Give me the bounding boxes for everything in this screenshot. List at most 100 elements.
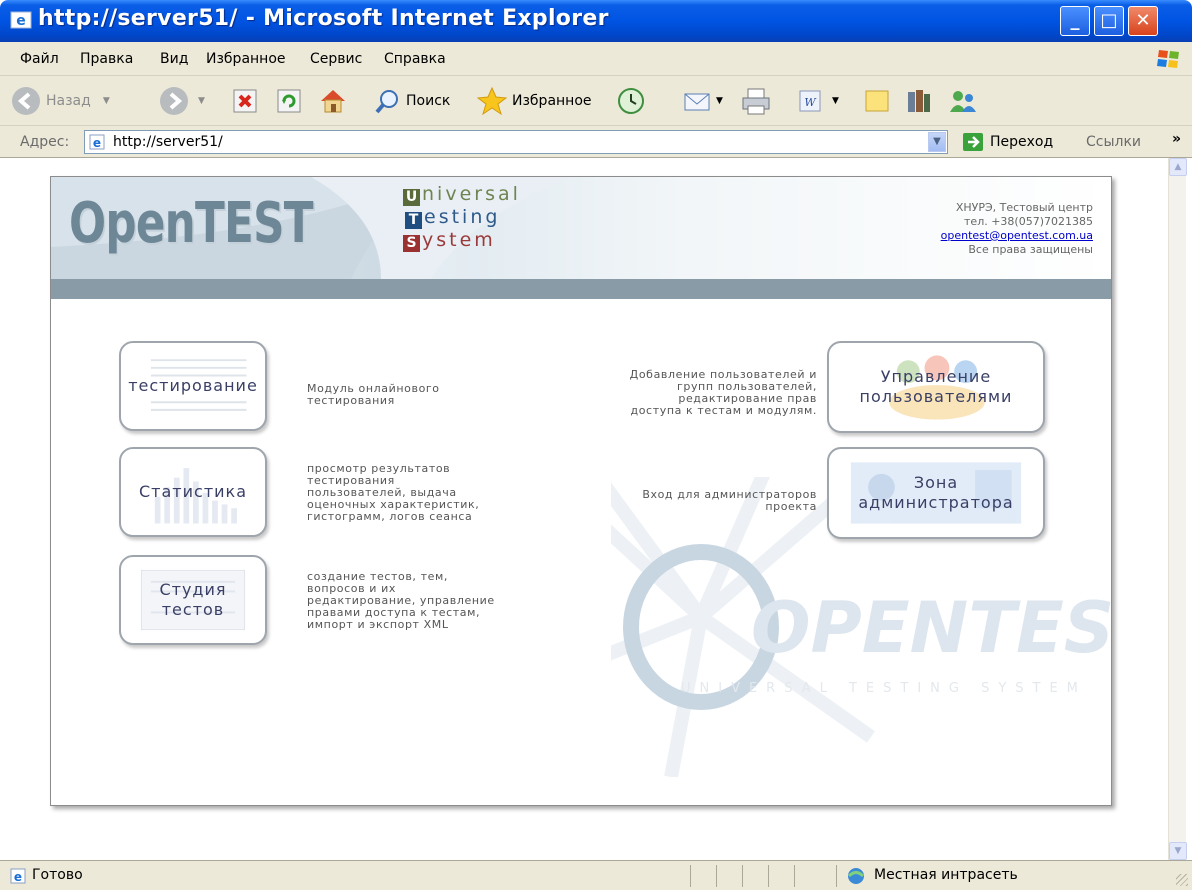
word-document-icon: W [799, 90, 821, 112]
statistics-module-desc: просмотр результатов тестирования пользо… [307, 462, 480, 523]
back-button[interactable]: Назад ▼ [10, 84, 110, 118]
status-divider [794, 865, 795, 887]
standard-toolbar: Назад ▼ ▼ Поиск Избранное ▼ W ▼ [0, 76, 1192, 126]
note-icon [865, 90, 889, 112]
menu-help[interactable]: Справка [384, 51, 446, 67]
vertical-scrollbar[interactable]: ▲ ▼ [1168, 158, 1187, 860]
menu-edit[interactable]: Правка [80, 51, 133, 67]
home-button[interactable] [318, 84, 348, 118]
status-text: Готово [32, 867, 83, 883]
go-button[interactable]: Переход [962, 132, 1053, 152]
menu-view[interactable]: Вид [160, 51, 188, 67]
mail-button[interactable]: ▼ [682, 84, 723, 118]
contact-org: ХНУРЭ, Тестовый центр [955, 201, 1093, 214]
watermark-brand: OPENTEST [751, 587, 1111, 669]
menu-file[interactable]: Файл [20, 51, 59, 67]
back-arrow-icon [12, 87, 40, 115]
edit-word-button[interactable]: W ▼ [796, 84, 839, 118]
search-icon [375, 90, 398, 114]
windows-logo-icon [1157, 50, 1179, 68]
status-divider [836, 865, 837, 887]
forward-button[interactable]: ▼ [158, 84, 205, 118]
status-divider [742, 865, 743, 887]
status-bar: e Готово Местная интрасеть [0, 860, 1192, 890]
research-books-icon [908, 90, 930, 112]
scroll-up-icon[interactable]: ▲ [1169, 158, 1187, 176]
testing-module-button[interactable]: тестирование [119, 341, 267, 431]
opentest-logo: OpenTEST [69, 191, 314, 256]
page-viewport: OpenTEST Universal Testing System ХНУРЭ,… [6, 158, 1168, 860]
contact-email-link[interactable]: opentest@opentest.com.ua [941, 229, 1093, 243]
page-done-icon: e [10, 868, 26, 884]
research-button[interactable] [902, 84, 934, 118]
watermark-sub: UNIVERSAL TESTING SYSTEM [681, 681, 1087, 696]
test-studio-module-label: Студия тестов [159, 580, 227, 619]
title-bar: e http://server51/ - Microsoft Internet … [0, 0, 1192, 42]
minimize-icon: _ [1070, 10, 1080, 31]
opentest-page: OpenTEST Universal Testing System ХНУРЭ,… [50, 176, 1112, 806]
edit-dropdown-icon: ▼ [832, 96, 839, 106]
contact-phone: тел. +38(057)7021385 [964, 215, 1093, 228]
internet-explorer-icon: e [10, 11, 32, 29]
maximize-button[interactable]: □ [1094, 6, 1124, 36]
svg-text:W: W [804, 96, 817, 109]
favorites-star-icon [476, 86, 508, 116]
address-dropdown-icon[interactable]: ▼ [928, 132, 946, 152]
messenger-button[interactable] [946, 84, 980, 118]
maximize-icon: □ [1100, 10, 1118, 31]
print-button[interactable] [740, 84, 772, 118]
svg-text:e: e [16, 13, 26, 29]
test-studio-module-button[interactable]: Студия тестов [119, 555, 267, 645]
back-dropdown-icon: ▼ [102, 96, 110, 106]
stop-button[interactable] [232, 84, 258, 118]
menu-tools[interactable]: Сервис [310, 51, 362, 67]
intranet-zone-icon [847, 868, 865, 884]
mail-icon [684, 93, 710, 111]
user-management-module-desc: Добавление пользователей и групп пользов… [629, 368, 817, 417]
address-input[interactable]: e http://server51/ ▼ [84, 130, 948, 154]
refresh-button[interactable] [276, 84, 302, 118]
testing-module-label: тестирование [128, 376, 258, 395]
forward-dropdown-icon: ▼ [198, 96, 205, 106]
status-divider [716, 865, 717, 887]
printer-icon [742, 88, 770, 115]
home-icon [321, 90, 345, 113]
statistics-module-button[interactable]: Статистика [119, 447, 267, 537]
scroll-down-icon[interactable]: ▼ [1169, 842, 1187, 860]
user-management-module-button[interactable]: Управление пользователями [827, 341, 1045, 433]
contact-info: ХНУРЭ, Тестовый центр тел. +38(057)70213… [941, 201, 1093, 257]
status-divider [768, 865, 769, 887]
page-icon: e [89, 134, 105, 150]
address-label: Адрес: [20, 134, 70, 150]
security-zone-label: Местная интрасеть [874, 867, 1018, 883]
close-icon: ✕ [1135, 10, 1151, 31]
refresh-icon [277, 89, 301, 113]
test-studio-module-desc: создание тестов, тем, вопросов и их реда… [307, 570, 495, 631]
svg-text:e: e [14, 870, 22, 884]
history-button[interactable] [616, 84, 646, 118]
favorites-button[interactable]: Избранное [476, 84, 592, 118]
mail-dropdown-icon: ▼ [716, 96, 723, 106]
statistics-module-label: Статистика [139, 482, 247, 501]
links-button[interactable]: Ссылки » [1086, 131, 1181, 150]
go-arrow-icon [963, 133, 983, 151]
minimize-button[interactable]: _ [1060, 6, 1090, 36]
search-button[interactable]: Поиск [374, 84, 450, 118]
tagline: Universal Testing System [403, 183, 521, 252]
discuss-button[interactable] [862, 84, 892, 118]
close-button[interactable]: ✕ [1128, 6, 1158, 36]
address-bar: Адрес: e http://server51/ ▼ Переход Ссыл… [0, 126, 1192, 158]
menu-favorites[interactable]: Избранное [206, 51, 286, 67]
header-band [51, 279, 1111, 299]
resize-grip-icon[interactable] [1176, 874, 1188, 886]
status-divider [690, 865, 691, 887]
stop-icon [233, 89, 257, 113]
contact-rights: Все права защищены [968, 243, 1093, 256]
menu-bar: Файл Правка Вид Избранное Сервис Справка [0, 42, 1192, 76]
page-header: OpenTEST Universal Testing System ХНУРЭ,… [51, 177, 1111, 279]
chevron-right-icon: » [1172, 131, 1182, 147]
messenger-users-icon [950, 91, 976, 112]
svg-text:e: e [93, 136, 101, 150]
address-url: http://server51/ [113, 134, 223, 150]
admin-zone-module-button[interactable]: Зона администратора [827, 447, 1045, 539]
